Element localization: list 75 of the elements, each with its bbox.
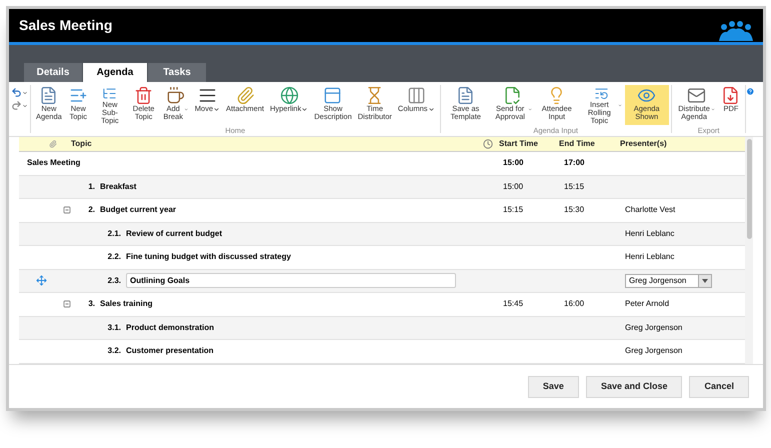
columns-icon xyxy=(406,86,426,105)
table-row[interactable]: 2.1. Review of current budget Henri Leblanc xyxy=(19,222,745,246)
tab[interactable]: Tasks xyxy=(148,63,206,82)
tab[interactable]: Details xyxy=(24,63,82,82)
caret-icon xyxy=(301,106,308,113)
table-cell: 15:15 xyxy=(503,205,524,214)
topic-number: 2.3. xyxy=(106,274,121,287)
collapse-icon[interactable] xyxy=(63,300,71,308)
window-title: Sales Meeting xyxy=(19,16,112,35)
footer-button[interactable]: Save and Close xyxy=(586,376,682,398)
topic-number: 1. xyxy=(87,180,95,193)
table-cell: 16:00 xyxy=(564,299,584,308)
scrollbar[interactable] xyxy=(745,137,753,364)
coffee-cup-icon xyxy=(166,86,185,105)
clock-icon xyxy=(483,139,493,149)
collapse-icon[interactable] xyxy=(63,206,71,214)
table-row[interactable]: 1. Breakfast 15:00 15:15 xyxy=(19,176,745,199)
column-header: End Time xyxy=(559,138,596,150)
footer-button[interactable]: Cancel xyxy=(689,376,749,398)
table-cell: Review of current budget xyxy=(126,228,222,240)
pdf-icon xyxy=(721,86,740,105)
table-cell: 15:00 xyxy=(503,158,524,168)
tab[interactable]: Agenda xyxy=(83,63,147,82)
paperclip-icon xyxy=(49,140,57,148)
table-cell: Breakfast xyxy=(100,180,136,193)
table-cell: Peter Arnold xyxy=(625,299,670,308)
caret-icon xyxy=(213,106,220,113)
column-header: Presenter(s) xyxy=(620,138,667,150)
help-icon[interactable] xyxy=(746,86,755,97)
caret-icon xyxy=(184,106,189,113)
presenter-dropdown[interactable]: Greg Jorgenson xyxy=(625,274,712,288)
caret-icon xyxy=(428,106,434,113)
column-header: Topic xyxy=(71,138,93,150)
delete-icon xyxy=(134,86,154,105)
topic-number: 2. xyxy=(87,204,95,216)
table-row[interactable]: 3.1. Product demonstration Greg Jorgenson xyxy=(19,316,745,340)
envelope-icon xyxy=(686,86,706,105)
redo-icon xyxy=(10,100,22,111)
topic-input-field[interactable]: Outlining Goals xyxy=(126,273,456,288)
topic-number: 2.2. xyxy=(106,251,121,264)
table-cell: 15:30 xyxy=(564,205,584,214)
table-cell: Fine tuning budget with discussed strategy xyxy=(126,251,291,264)
undo-button[interactable] xyxy=(10,87,28,98)
footer-button[interactable]: Save xyxy=(528,376,579,398)
table-cell: 17:00 xyxy=(564,158,584,168)
topic-number: 2.1. xyxy=(106,228,121,240)
column-header: Start Time xyxy=(499,138,539,150)
table-cell: 15:45 xyxy=(503,299,524,308)
table-cell: 15:00 xyxy=(503,182,524,191)
table-cell: Henri Leblanc xyxy=(625,228,674,238)
table-cell: Greg Jorgenson xyxy=(625,322,682,332)
table-cell: Sales Meeting xyxy=(27,157,80,170)
topic-number: 3. xyxy=(87,298,95,310)
move-handle-icon[interactable] xyxy=(36,275,46,286)
table-cell: 15:15 xyxy=(564,182,584,191)
topic-number: 3.2. xyxy=(106,345,121,358)
table-cell: Sales training xyxy=(100,298,152,310)
topic-number: 3.1. xyxy=(106,322,121,334)
caret-icon xyxy=(22,102,28,108)
redo-button[interactable] xyxy=(10,100,28,111)
table-cell: Henri Leblanc xyxy=(625,252,674,262)
caret-icon xyxy=(702,278,708,283)
undo-icon xyxy=(10,87,22,98)
caret-icon xyxy=(711,106,716,113)
paperclip-icon xyxy=(236,86,254,105)
table-cell: Product demonstration xyxy=(126,322,214,334)
table-cell: Budget current year xyxy=(100,204,176,216)
globe-icon xyxy=(280,86,299,105)
table-cell: Charlotte Vest xyxy=(625,205,676,214)
caret-icon xyxy=(22,90,28,96)
table-cell: Customer presentation xyxy=(126,345,214,358)
caret-icon xyxy=(528,106,532,113)
table-cell: Greg Jorgenson xyxy=(625,346,682,356)
document-check-icon xyxy=(502,86,522,105)
table-row[interactable]: 2.3. Outlining Goals Greg Jorgenson xyxy=(19,270,745,293)
